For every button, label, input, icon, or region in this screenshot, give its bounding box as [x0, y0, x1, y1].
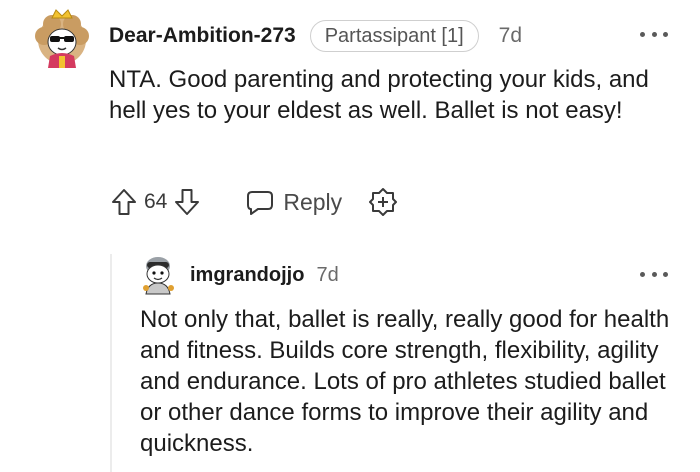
award-icon[interactable]: [368, 187, 398, 217]
vote-count: 64: [144, 190, 168, 213]
reply-username[interactable]: imgrandojjo: [190, 264, 304, 287]
reply-label: Reply: [283, 188, 343, 215]
reply-timestamp[interactable]: 7d: [316, 264, 338, 287]
comment-username[interactable]: Dear-Ambition-273: [109, 24, 296, 48]
avatar-illustration: [143, 257, 174, 295]
reply-body: Not only that, ballet is really, really …: [140, 306, 670, 457]
comment-meta: Dear-Ambition-273 Partassipant [1] 7d: [109, 20, 522, 52]
avatar-illustration: [35, 9, 89, 68]
comment-actions: 64 Reply: [110, 184, 398, 220]
user-flair: Partassipant [1]: [309, 20, 479, 52]
comment-body: NTA. Good parenting and protecting your …: [109, 66, 649, 124]
more-options-icon[interactable]: [640, 26, 668, 42]
user-avatar[interactable]: [30, 6, 94, 70]
reply-button[interactable]: Reply: [245, 188, 342, 216]
reply-user-avatar[interactable]: [138, 254, 178, 296]
thread-line[interactable]: [110, 254, 112, 472]
comment-thread: Dear-Ambition-273 Partassipant [1] 7d NT…: [0, 0, 700, 472]
more-options-icon[interactable]: [640, 266, 668, 282]
downvote-icon[interactable]: [173, 187, 201, 217]
reply-icon: [245, 188, 275, 216]
reply-meta: imgrandojjo 7d: [190, 262, 339, 288]
comment-timestamp[interactable]: 7d: [499, 24, 522, 48]
upvote-icon[interactable]: [110, 187, 138, 217]
